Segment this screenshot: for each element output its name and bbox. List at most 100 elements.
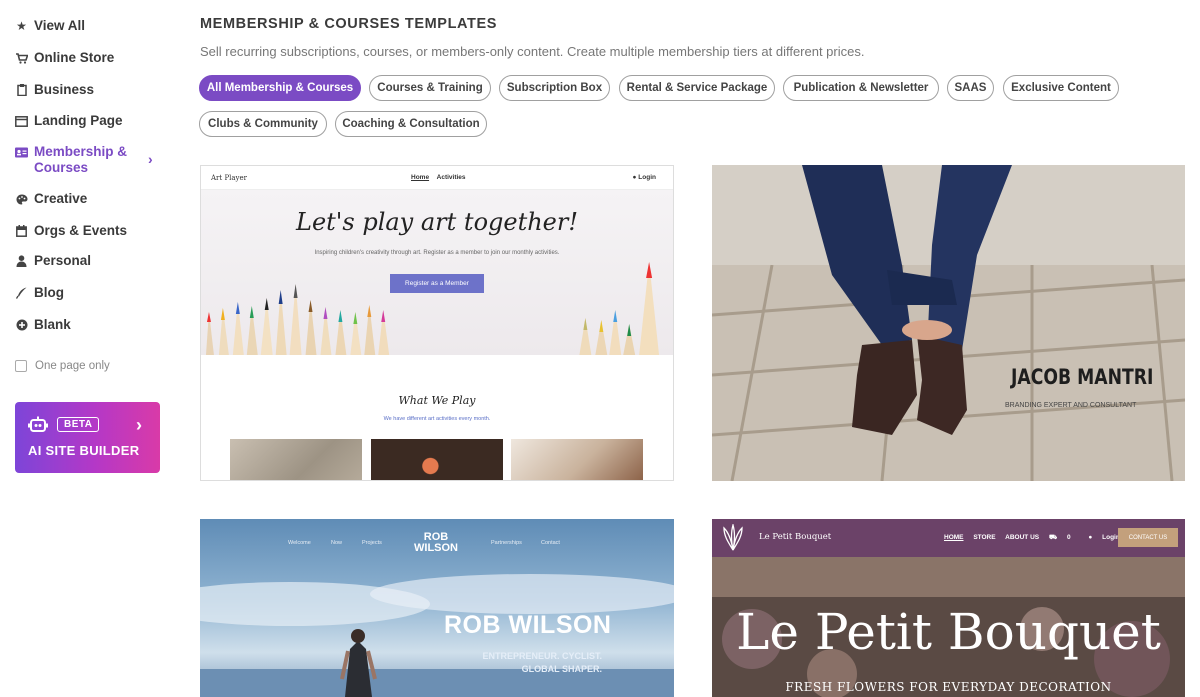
template-brand: Art Player [211, 174, 248, 182]
ai-site-builder-label: AI SITE BUILDER [28, 443, 140, 458]
template-card-le-petit-bouquet[interactable]: Le Petit Bouquet HOME STORE ABOUT US ⛟ 0… [712, 519, 1185, 697]
template-name: ROB WILSON [444, 611, 612, 639]
template-thumbnail [511, 439, 643, 480]
filter-chip-all-membership-courses[interactable]: All Membership & Courses [199, 75, 361, 101]
page-title: MEMBERSHIP & COURSES TEMPLATES [200, 16, 498, 32]
template-nav-item: HOME [944, 534, 964, 541]
clipboard-icon [15, 82, 28, 98]
quill-icon [15, 285, 28, 301]
template-nav-item: Partnerships [491, 540, 522, 546]
filter-chip-saas[interactable]: SAAS [947, 75, 994, 101]
sidebar-item-label: Orgs & Events [34, 223, 128, 238]
filter-chip-publication-newsletter[interactable]: Publication & Newsletter [783, 75, 939, 101]
template-card-rob-wilson[interactable]: Welcome Now Projects ROB WILSON Partners… [200, 519, 674, 697]
sidebar-item-landing-page[interactable]: Landing Page [15, 113, 123, 129]
filter-chip-courses-training[interactable]: Courses & Training [369, 75, 491, 101]
template-logo: ROB WILSON [414, 532, 458, 554]
template-nav: HOME STORE ABOUT US ⛟ 0 ● Login [944, 533, 1136, 542]
sidebar-item-online-store[interactable]: Online Store [15, 50, 114, 66]
template-cart-count: 0 [1066, 534, 1071, 541]
one-page-only-option[interactable]: One page only [15, 360, 110, 372]
template-subtext: Inspiring children's creativity through … [314, 250, 560, 256]
template-tagline-line: GLOBAL SHAPER. [521, 664, 602, 674]
cart-icon [15, 50, 28, 66]
sidebar-item-label: Blank [34, 317, 71, 332]
template-logo-line: WILSON [414, 542, 458, 554]
flower-logo-icon [723, 524, 743, 551]
one-page-only-checkbox[interactable] [15, 360, 27, 372]
sidebar-item-membership-courses[interactable]: Membership & Courses [15, 144, 135, 176]
filter-chip-subscription-box[interactable]: Subscription Box [499, 75, 610, 101]
template-nav-item: Projects [362, 540, 382, 546]
beta-badge: BETA [57, 417, 100, 432]
chevron-right-icon: › [148, 151, 153, 167]
ai-site-builder-button[interactable]: BETA › AI SITE BUILDER [15, 402, 160, 473]
person-icon: ● [632, 174, 637, 181]
filter-chip-exclusive-content[interactable]: Exclusive Content [1003, 75, 1119, 101]
template-thumbnail [230, 439, 362, 480]
colored-pencils-image [205, 262, 660, 355]
plus-circle-icon [15, 317, 28, 333]
calendar-icon [15, 223, 28, 239]
sidebar-item-label: Online Store [34, 50, 115, 65]
template-tagline: ENTREPRENEUR. CYCLIST. GLOBAL SHAPER. [460, 650, 602, 676]
template-contact-button: CONTACT US [1118, 528, 1178, 547]
filter-chip-clubs-community[interactable]: Clubs & Community [199, 111, 327, 137]
page-subtitle: Sell recurring subscriptions, courses, o… [200, 44, 865, 59]
sidebar-item-label: Landing Page [34, 113, 123, 128]
template-section-subtitle: We have different art activities every m… [383, 416, 491, 422]
template-nav-item: STORE [973, 534, 996, 541]
sidebar-item-label: Blog [34, 285, 64, 300]
template-brand: Le Petit Bouquet [759, 532, 832, 542]
sidebar-item-label: Creative [34, 191, 88, 206]
filter-chip-rental-service-package[interactable]: Rental & Service Package [619, 75, 775, 101]
template-cta-button: Register as a Member [390, 274, 484, 293]
chevron-right-icon: › [136, 415, 142, 435]
template-cart: ⛟ 0 [1049, 534, 1079, 541]
template-nav-item: Contact [541, 540, 560, 546]
sidebar-item-view-all[interactable]: ★ View All [15, 18, 85, 34]
cart-icon: ⛟ [1048, 534, 1058, 541]
sidebar-item-blank[interactable]: Blank [15, 317, 71, 333]
template-tagline-line: ENTREPRENEUR. CYCLIST. [482, 651, 602, 661]
template-section-title: What We Play [398, 394, 476, 407]
palette-icon [15, 191, 28, 207]
template-login: ● Login [633, 174, 656, 181]
template-login-label: Login [638, 174, 656, 181]
sidebar-item-business[interactable]: Business [15, 82, 94, 98]
sidebar-item-creative[interactable]: Creative [15, 191, 87, 207]
template-nav-item: Welcome [288, 540, 311, 546]
template-headline: Let's play art together! [296, 208, 578, 236]
template-nav-home: Home [411, 174, 430, 181]
template-thumbnail [371, 439, 503, 480]
template-role: BRANDING EXPERT AND CONSULTANT [1005, 402, 1137, 409]
robot-icon [28, 416, 48, 432]
man-tying-shoes-image [712, 165, 1185, 481]
template-nav-item: Now [331, 540, 343, 546]
sidebar: ★ View All Online Store Business Landing… [0, 0, 175, 697]
sidebar-item-label: View All [34, 18, 86, 33]
person-icon: ● [1088, 534, 1093, 541]
sidebar-item-orgs-events[interactable]: Orgs & Events [15, 223, 127, 239]
template-subtitle: FRESH FLOWERS FOR EVERYDAY DECORATION [785, 680, 1112, 694]
template-nav-bar: Le Petit Bouquet HOME STORE ABOUT US ⛟ 0… [712, 519, 1185, 557]
template-card-art-player[interactable]: Art Player Home Activities ● Login Let's… [200, 165, 674, 481]
template-nav-activities: Activities [436, 174, 466, 181]
sidebar-item-label: Membership & Courses [34, 144, 128, 175]
template-nav-bar: Art Player Home Activities ● Login [201, 166, 673, 190]
id-card-icon [15, 144, 28, 160]
template-nav-item: ABOUT US [1005, 534, 1040, 541]
one-page-only-label: One page only [35, 360, 110, 372]
star-icon: ★ [16, 19, 27, 33]
sidebar-item-personal[interactable]: Personal [15, 253, 91, 269]
template-nav: Home Activities [411, 174, 472, 181]
sidebar-item-label: Personal [34, 253, 92, 268]
browser-window-icon [15, 113, 28, 129]
sidebar-item-label: Business [34, 82, 95, 97]
template-card-jacob-mantri[interactable]: JACOB MANTRI BRANDING EXPERT AND CONSULT… [712, 165, 1185, 481]
person-icon [15, 253, 28, 269]
template-name: JACOB MANTRI [1011, 365, 1154, 389]
template-headline: Le Petit Bouquet [736, 603, 1161, 661]
filter-chip-coaching-consultation[interactable]: Coaching & Consultation [335, 111, 487, 137]
sidebar-item-blog[interactable]: Blog [15, 285, 64, 301]
